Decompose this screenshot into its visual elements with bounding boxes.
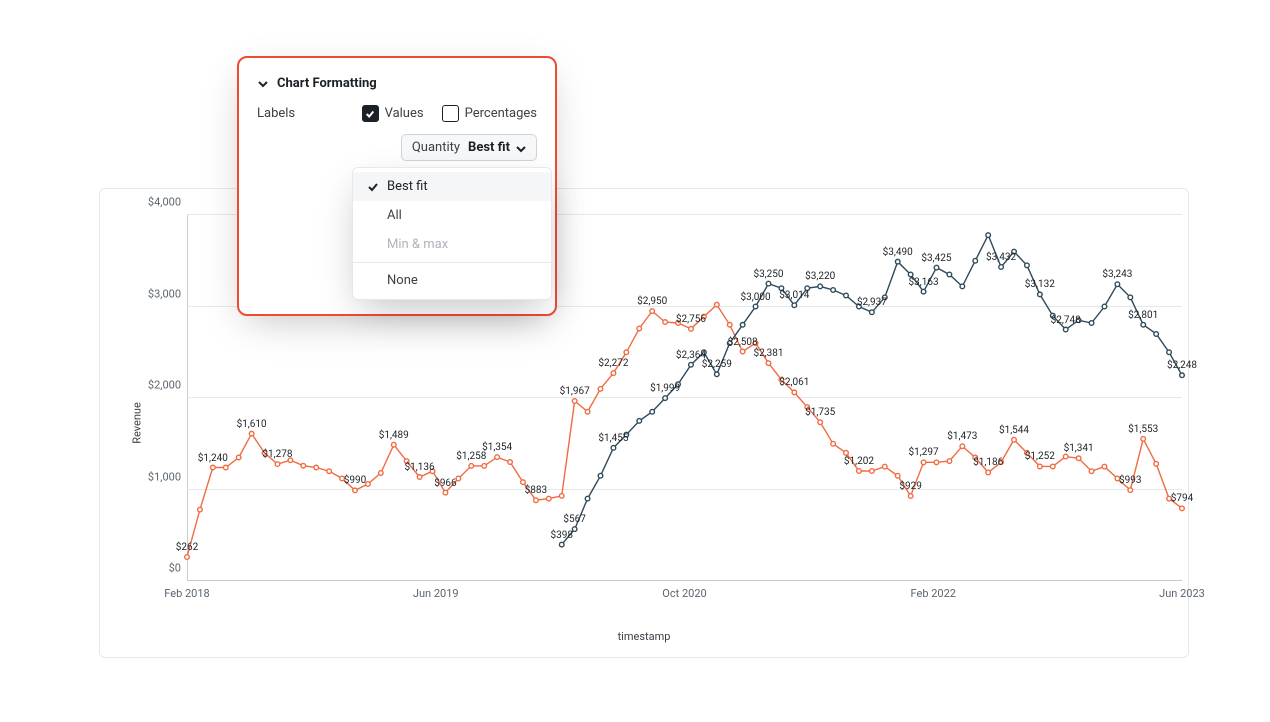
menu-item-label: All xyxy=(387,208,402,223)
caret-down-icon xyxy=(516,143,526,153)
menu-item-label: Best fit xyxy=(387,179,428,194)
values-checkbox-label: Values xyxy=(385,106,424,121)
x-tick: Jun 2019 xyxy=(413,587,459,600)
checkbox-unchecked-icon xyxy=(442,105,459,122)
x-tick: Feb 2018 xyxy=(164,587,209,600)
quantity-dropdown[interactable]: Quantity Best fit xyxy=(401,134,537,161)
values-checkbox[interactable]: Values xyxy=(362,105,424,122)
menu-item-label: Min & max xyxy=(387,237,448,252)
labels-label: Labels xyxy=(257,106,296,121)
y-tick: $1,000 xyxy=(148,470,181,483)
blank-icon xyxy=(367,275,379,287)
quantity-value: Best fit xyxy=(468,140,510,155)
menu-separator xyxy=(353,262,551,263)
quantity-row: Quantity Best fit xyxy=(257,134,537,161)
y-axis-label: Revenue xyxy=(130,402,143,444)
y-tick: $2,000 xyxy=(148,379,181,392)
menu-item-all[interactable]: All xyxy=(353,201,551,230)
panel-title: Chart Formatting xyxy=(277,76,377,91)
chevron-down-icon xyxy=(257,78,269,90)
quantity-prefix: Quantity xyxy=(412,140,460,155)
x-axis-label: timestamp xyxy=(618,630,671,643)
blank-icon xyxy=(367,210,379,222)
check-icon xyxy=(367,181,379,193)
y-tick: $0 xyxy=(169,562,181,575)
x-tick: Jun 2023 xyxy=(1159,587,1205,600)
checkbox-checked-icon xyxy=(362,105,379,122)
menu-item-label: None xyxy=(387,273,418,288)
blank-icon xyxy=(367,239,379,251)
percentages-checkbox[interactable]: Percentages xyxy=(442,105,537,122)
y-tick: $3,000 xyxy=(148,287,181,300)
menu-item-none[interactable]: None xyxy=(353,266,551,295)
y-tick: $4,000 xyxy=(148,196,181,209)
percentages-checkbox-label: Percentages xyxy=(465,106,537,121)
menu-item-min-max[interactable]: Min & max xyxy=(353,230,551,259)
x-tick: Oct 2020 xyxy=(662,587,706,600)
chart-formatting-panel: Chart Formatting Labels Values Percentag… xyxy=(237,56,557,316)
x-tick: Feb 2022 xyxy=(911,587,956,600)
panel-header[interactable]: Chart Formatting xyxy=(257,76,537,91)
labels-row: Labels Values Percentages xyxy=(257,105,537,122)
menu-item-best-fit[interactable]: Best fit xyxy=(353,172,551,201)
quantity-menu: Best fit All Min & max None xyxy=(352,167,552,300)
